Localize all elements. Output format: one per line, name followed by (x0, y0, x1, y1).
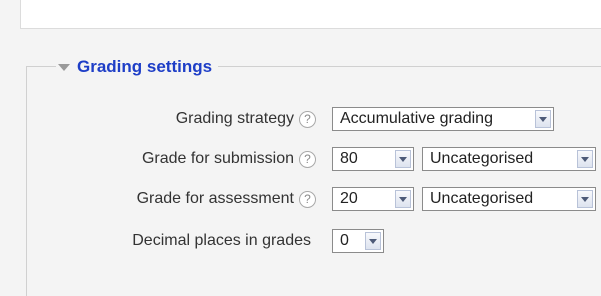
grading-strategy-row: Grading strategy ? Accumulative grading (0, 104, 601, 134)
grading-strategy-select[interactable]: Accumulative grading (332, 107, 554, 131)
chevron-down-icon (399, 196, 407, 202)
dropdown-button[interactable] (577, 150, 593, 168)
grade-submission-label-text: Grade for submission (141, 150, 294, 167)
dropdown-button[interactable] (577, 190, 593, 208)
decimal-places-label: Decimal places in grades (132, 226, 311, 256)
decimal-places-row: Decimal places in grades 0 (0, 226, 601, 256)
dropdown-button[interactable] (395, 190, 411, 208)
grade-submission-row: Grade for submission ? 80 Uncategorised (0, 144, 601, 174)
chevron-down-icon (369, 238, 377, 244)
grade-assessment-category-select[interactable]: Uncategorised (422, 187, 596, 211)
grade-submission-category-value: Uncategorised (430, 150, 534, 167)
decimal-places-value: 0 (340, 232, 349, 249)
grade-submission-label: Grade for submission ? (142, 144, 316, 174)
dropdown-button[interactable] (535, 110, 551, 128)
grading-settings-fieldset (26, 66, 601, 296)
grade-submission-category-select[interactable]: Uncategorised (422, 147, 596, 171)
grade-assessment-row: Grade for assessment ? 20 Uncategorised (0, 184, 601, 214)
grading-strategy-value: Accumulative grading (340, 110, 493, 127)
chevron-down-icon (399, 156, 407, 162)
collapse-triangle-icon[interactable] (58, 64, 70, 71)
chevron-down-icon (539, 116, 547, 122)
grade-submission-value: 80 (340, 150, 358, 167)
grade-submission-select[interactable]: 80 (332, 147, 414, 171)
page: Grading settings Grading strategy ? Accu… (0, 0, 601, 296)
grade-assessment-value: 20 (340, 190, 358, 207)
help-icon[interactable]: ? (299, 150, 316, 168)
decimal-places-label-text: Decimal places in grades (132, 232, 311, 249)
previous-section-panel (20, 0, 601, 29)
grade-assessment-category-value: Uncategorised (430, 190, 534, 207)
grading-strategy-label-text: Grading strategy (175, 110, 294, 127)
decimal-places-select[interactable]: 0 (332, 229, 384, 253)
grading-settings-header[interactable]: Grading settings (56, 56, 219, 78)
grade-assessment-select[interactable]: 20 (332, 187, 414, 211)
grading-strategy-label: Grading strategy ? (176, 104, 316, 134)
dropdown-button[interactable] (395, 150, 411, 168)
grade-assessment-label-text: Grade for assessment (136, 190, 294, 207)
chevron-down-icon (581, 156, 589, 162)
chevron-down-icon (581, 196, 589, 202)
help-icon[interactable]: ? (299, 110, 316, 128)
grade-assessment-label: Grade for assessment ? (137, 184, 316, 214)
dropdown-button[interactable] (365, 232, 381, 250)
section-title[interactable]: Grading settings (77, 57, 212, 77)
help-icon[interactable]: ? (299, 190, 316, 208)
